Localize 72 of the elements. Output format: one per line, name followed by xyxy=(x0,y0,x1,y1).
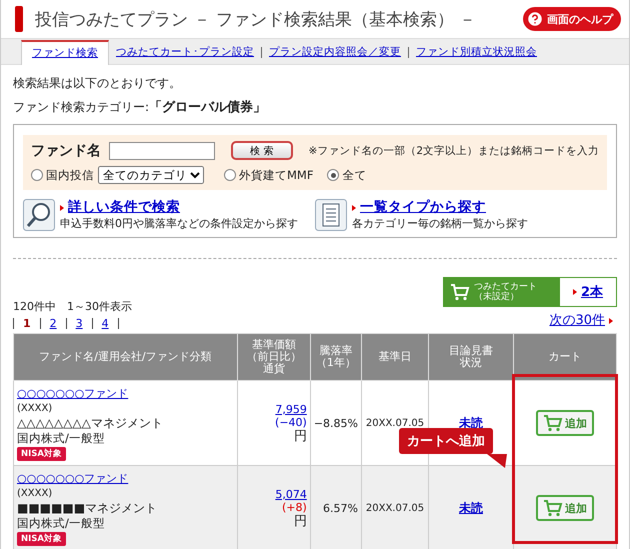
result-count: 120件中 1～30件表示 xyxy=(13,300,132,313)
search-button[interactable]: 検 索 xyxy=(231,141,293,160)
nav-tab[interactable]: つみたてカート･プラン設定 xyxy=(109,47,261,58)
page-link[interactable]: 3 xyxy=(66,318,92,329)
link-description: 各カテゴリー毎の銘柄一覧から探す xyxy=(352,216,528,231)
radio-button[interactable]: 外貨建てMMF xyxy=(224,168,314,182)
column-header: （前日比） xyxy=(245,351,302,363)
fund-name-link[interactable]: ○○○○○○○ファンド xyxy=(17,386,234,400)
category-text: ファンド検索カテゴリー:「グローバル債券」 xyxy=(13,99,268,116)
page-link[interactable]: 4 xyxy=(92,318,119,329)
page-link[interactable]: 1 xyxy=(13,318,40,329)
cart-icon xyxy=(543,499,563,517)
nisa-badge: NISA対象 xyxy=(17,532,66,546)
price-change: (+8) xyxy=(281,500,307,514)
base-date: 20XX.07.05 xyxy=(365,416,425,430)
return-rate: 6.57% xyxy=(322,500,358,516)
search-link[interactable]: 一覧タイプから探す xyxy=(360,199,486,215)
radio-button[interactable]: 国内投信 xyxy=(31,168,94,182)
triangle-icon xyxy=(352,205,356,211)
cart-icon xyxy=(543,414,563,432)
price-change: (−40) xyxy=(274,416,307,428)
magnifier-icon xyxy=(23,198,55,230)
callout-label: カートへ追加 xyxy=(399,428,493,454)
company-name: ■■■■■■マネジメント xyxy=(17,500,158,516)
column-header: ファンド名/運用会社/ファンド分類 xyxy=(38,351,213,363)
category-dropdown[interactable]: 全てのカテゴリ xyxy=(98,166,204,184)
price-link[interactable]: 5,074 xyxy=(240,488,307,500)
column-header: 目論見書 xyxy=(448,345,494,357)
column-header: 基準日 xyxy=(378,351,412,363)
fund-name-link[interactable]: ○○○○○○○ファンド xyxy=(17,470,234,486)
fund-code: (XXXX) xyxy=(17,486,54,500)
help-button[interactable]: 画面のヘルプ xyxy=(523,7,621,31)
base-date: 20XX.07.05 xyxy=(365,502,425,516)
fund-code: (XXXX) xyxy=(17,402,54,416)
column-header: 騰落率 xyxy=(318,345,354,357)
fund-name-label: ファンド名 xyxy=(31,142,101,160)
cart-widget[interactable]: つみたてカート （未設定） 2本 xyxy=(443,277,617,307)
link-description: 申込手数料0円や騰落率などの条件設定から探す xyxy=(60,216,298,231)
help-icon xyxy=(526,10,544,28)
column-header: （1年） xyxy=(314,357,357,369)
return-rate: −8.85% xyxy=(314,416,358,430)
company-name: △△△△△△△△マネジメント xyxy=(17,416,164,430)
cart-icon xyxy=(450,283,470,301)
callout-tail xyxy=(487,454,507,468)
fund-category: 国内株式/一般型 xyxy=(17,516,106,530)
prospectus-link[interactable]: 未読 xyxy=(459,500,483,514)
fund-name-field[interactable] xyxy=(109,142,215,160)
column-header: カート xyxy=(548,351,582,363)
cart-label: つみたてカート （未設定） xyxy=(474,282,537,302)
currency: 円 xyxy=(292,428,307,444)
next-page-link[interactable]: 次の30件 xyxy=(549,311,617,329)
column-header: 基準価額 xyxy=(250,339,297,351)
nav-tab[interactable]: ファンド検索 xyxy=(21,40,109,65)
search-link[interactable]: 詳しい条件で検索 xyxy=(68,199,180,215)
page-title: 投信つみたてプラン － ファンド検索結果（基本検索） － xyxy=(35,8,478,30)
add-to-cart-button[interactable]: 追加 xyxy=(536,410,594,436)
page-link[interactable]: 2 xyxy=(40,318,66,329)
nav-tab[interactable]: プラン設定内容照会／変更 xyxy=(261,47,408,58)
triangle-icon xyxy=(60,205,64,211)
nav-tab[interactable]: ファンド別積立状況照会 xyxy=(408,47,544,58)
column-header: 通貨 xyxy=(262,363,286,375)
search-hint: ※ファンド名の一部（2文字以上）または銘柄コードを入力 xyxy=(308,144,599,158)
document-list-icon xyxy=(315,198,347,230)
fund-category: 国内株式/一般型 xyxy=(17,430,106,446)
currency: 円 xyxy=(292,514,307,528)
title-accent-bar xyxy=(15,6,23,32)
column-header: 状況 xyxy=(459,357,483,369)
price-link[interactable]: 7,959 xyxy=(240,402,307,416)
intro-text: 検索結果は以下のとおりです。 xyxy=(13,75,182,92)
radio-button[interactable]: 全て xyxy=(327,168,366,182)
add-to-cart-button[interactable]: 追加 xyxy=(536,495,594,521)
nisa-badge: NISA対象 xyxy=(17,446,66,460)
